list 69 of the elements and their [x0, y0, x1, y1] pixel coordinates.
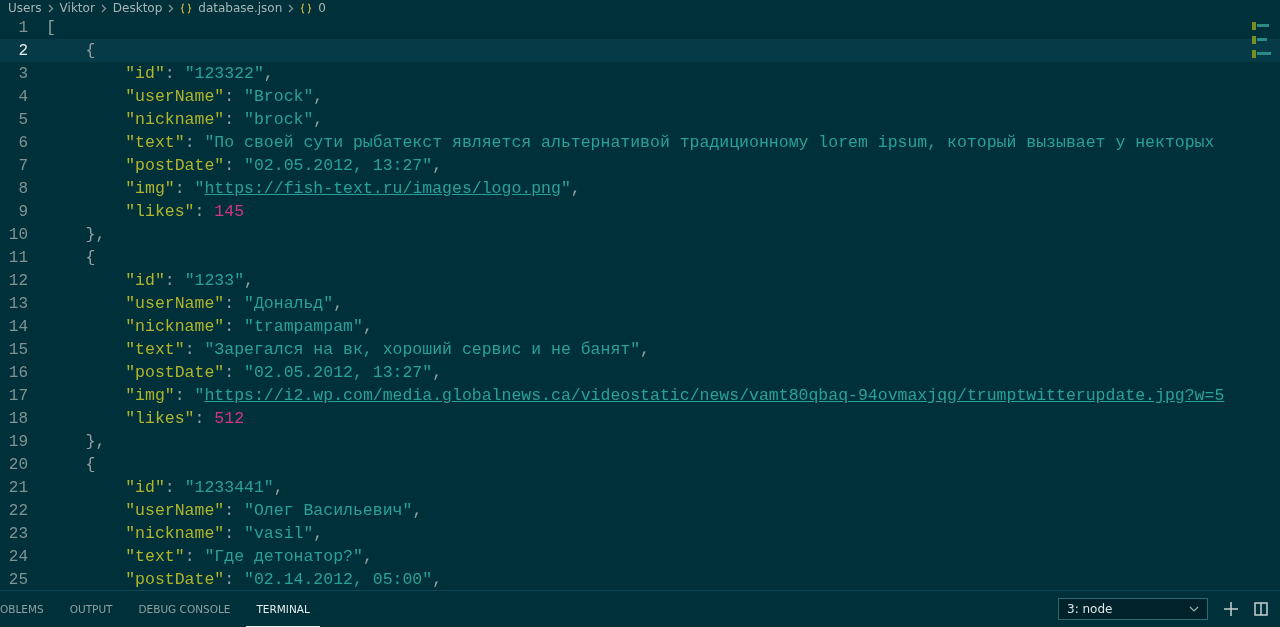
code-line: "img": "https://i2.wp.com/media.globalnews.ca/videostatic/news/vamt80qbaq-94ovmaxjqg/trumptwitterupdate.jpg?w=5 [124, 386, 1225, 405]
braces-icon [180, 2, 193, 14]
breadcrumb-item[interactable]: 0 [318, 1, 326, 15]
line-number: 4 [17, 87, 28, 106]
line-number: 10 [7, 225, 28, 244]
line-number: 25 [7, 570, 28, 589]
line-number: 2 [17, 41, 28, 60]
panel-tab[interactable]: OUTPUT [59, 591, 123, 627]
code-line: "nickname": "trampampam", [124, 317, 373, 336]
line-number: 6 [17, 133, 28, 152]
code-line: "id": "123322", [124, 64, 274, 83]
line-number: 21 [7, 478, 28, 497]
code-line: }, [84, 225, 106, 244]
line-number: 1 [17, 18, 28, 37]
code-line: "postDate": "02.14.2012, 05:00", [124, 570, 443, 589]
line-number: 23 [7, 524, 28, 543]
panel-tab[interactable]: DEBUG CONSOLE [128, 591, 241, 627]
code-line: { [84, 248, 96, 267]
line-number: 9 [17, 202, 28, 221]
code-line: "id": "1233441", [124, 478, 284, 497]
breadcrumb-item[interactable]: Desktop [112, 1, 163, 15]
chevron-icon [47, 3, 54, 13]
line-number: 17 [7, 386, 28, 405]
code-line: "userName": "Олег Васильевич", [124, 501, 423, 520]
split-icon[interactable] [1254, 602, 1268, 616]
terminal-select[interactable]: 3: node [1058, 598, 1208, 620]
chevron-icon [100, 3, 107, 13]
plus-icon[interactable] [1224, 602, 1238, 616]
panel-tab[interactable]: TERMINAL [246, 591, 320, 627]
panel-tab[interactable]: OBLEMS [0, 591, 54, 627]
line-number: 8 [17, 179, 28, 198]
breadcrumb-item[interactable]: Viktor [59, 1, 95, 15]
line-number: 24 [7, 547, 28, 566]
code-line: "text": "По своей сути рыбатекст является альтернативой традиционному lorem ipsum, который вызывает у некторых [124, 133, 1215, 152]
code-line: { [84, 41, 96, 60]
line-number: 7 [17, 156, 28, 175]
breadcrumb-item[interactable]: Users [8, 1, 42, 15]
caret-icon [1189, 606, 1199, 612]
line-number: 3 [17, 64, 28, 83]
chevron-icon [288, 3, 295, 13]
code-line: "nickname": "brock", [124, 110, 324, 129]
code-line: "postDate": "02.05.2012, 13:27", [124, 363, 443, 382]
code-line: "text": "Где детонатор?", [124, 547, 373, 566]
line-number: 11 [7, 248, 28, 267]
line-number: 13 [7, 294, 28, 313]
code-line: "nickname": "vasil", [124, 524, 324, 543]
line-number: 20 [7, 455, 28, 474]
code-line: }, [84, 432, 106, 451]
line-number: 19 [7, 432, 28, 451]
line-number: 5 [17, 110, 28, 129]
code-line: "likes": 512 [124, 409, 245, 428]
code-line: "userName": "Дональд", [124, 294, 344, 313]
code-line: "postDate": "02.05.2012, 13:27", [124, 156, 443, 175]
code-line: [ [46, 18, 56, 37]
line-number: 15 [7, 340, 28, 359]
line-number: 14 [7, 317, 28, 336]
braces-icon [300, 2, 313, 14]
line-number: 16 [7, 363, 28, 382]
line-number: 22 [7, 501, 28, 520]
code-line: "userName": "Brock", [124, 87, 324, 106]
code-line: "likes": 145 [124, 202, 245, 221]
code-line: "text": "Зарегался на вк, хороший сервис и не банят", [124, 340, 650, 359]
breadcrumb-item[interactable]: database.json [198, 1, 283, 15]
chevron-icon [168, 3, 175, 13]
code-line: { [84, 455, 96, 474]
line-number: 18 [7, 409, 28, 428]
line-number: 12 [7, 271, 28, 290]
code-line: "id": "1233", [124, 271, 254, 290]
code-line: "img": "https://fish-text.ru/images/logo.png", [124, 179, 581, 198]
